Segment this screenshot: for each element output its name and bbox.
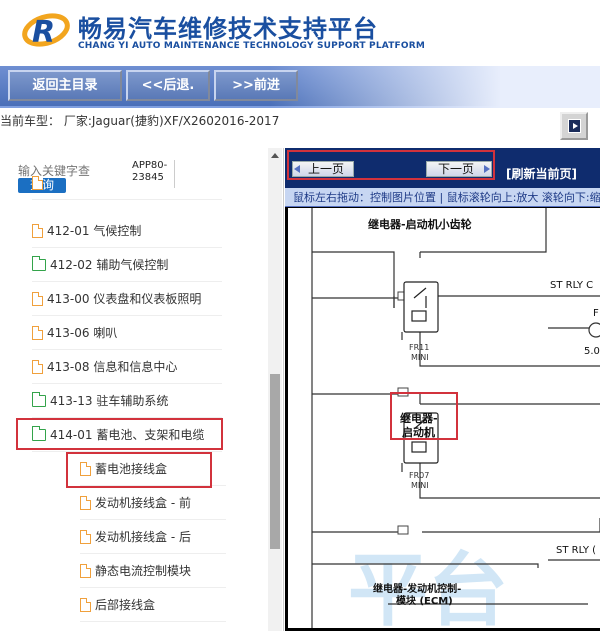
- tree-item-label: 413-06 喇叭: [47, 326, 118, 340]
- file-icon: [32, 359, 43, 374]
- pager-bar: 上一页 下一页 [刷新当前页]: [285, 148, 600, 188]
- vehicle-info-bar: 当前车型： 厂家:Jaguar(捷豹)XF/X2602016-2017: [0, 108, 600, 148]
- home-button[interactable]: 返回主目录: [8, 70, 122, 101]
- file-icon: [80, 495, 91, 510]
- relay-1-size: MINI: [411, 353, 429, 362]
- tree-item[interactable]: 413-06 喇叭: [32, 316, 222, 350]
- relay-2-title: 继电器-: [400, 411, 438, 425]
- current-vehicle: 当前车型： 厂家:Jaguar(捷豹)XF/X2602016-2017: [0, 114, 280, 128]
- app-title: 畅易汽车维修技术支持平台: [78, 15, 378, 43]
- svg-text:R: R: [32, 15, 55, 50]
- nav-bar: 返回主目录 <<后退. >>前进: [0, 66, 600, 108]
- highlight-box: [66, 452, 212, 488]
- file-icon: [80, 597, 91, 612]
- relay-3-title: 继电器-发动机控制-: [373, 582, 461, 595]
- tree-item[interactable]: 412-01 气候控制: [32, 214, 222, 248]
- relay-1-title: 继电器-启动机小齿轮: [368, 217, 472, 231]
- expand-icon: [568, 119, 581, 133]
- diagram-viewer: 上一页 下一页 [刷新当前页] 鼠标左右拖动：控制图片位置 | 鼠标滚轮向上:放…: [285, 148, 600, 631]
- tree-item[interactable]: 413-08 信息和信息中心: [32, 350, 222, 384]
- app-subtitle: CHANG YI AUTO MAINTENANCE TECHNOLOGY SUP…: [78, 41, 426, 51]
- back-button[interactable]: <<后退.: [126, 70, 210, 101]
- file-icon: [32, 325, 43, 340]
- file-icon: [32, 291, 43, 306]
- tree-item-label: 413-00 仪表盘和仪表板照明: [47, 292, 202, 306]
- tree-scrollbar[interactable]: [268, 148, 282, 631]
- relay-2-title-2: 启动机: [402, 425, 435, 439]
- folder-icon: [32, 255, 46, 271]
- relay-3-title-2: 模块 (ECM): [396, 594, 453, 607]
- relay-1: [403, 281, 439, 333]
- wiring-diagram[interactable]: 平台 继电器-启动机小齿轮 FR11 MINI 继电器- 启动机 FR07 MI…: [288, 208, 600, 628]
- folder-icon: [32, 391, 46, 407]
- file-icon: [32, 175, 43, 190]
- tree-item[interactable]: 后部接线盒: [80, 588, 226, 622]
- scroll-up-icon[interactable]: [271, 153, 279, 158]
- tree-item-label: 发动机接线盒 - 前: [95, 496, 191, 510]
- logo-icon: R: [22, 13, 70, 50]
- tree-item-label: 413-13 驻车辅助系统: [50, 394, 169, 408]
- file-icon: [80, 563, 91, 578]
- scroll-thumb[interactable]: [270, 374, 280, 549]
- highlight-box: [16, 418, 223, 450]
- app-header: R 畅易汽车维修技术支持平台 CHANG YI AUTO MAINTENANCE…: [0, 0, 600, 66]
- tree-item[interactable]: 413-00 仪表盘和仪表板照明: [32, 282, 222, 316]
- left-panel: 查询 APP80- 23845 412-01 气候控制 412-02 辅助气候控…: [0, 148, 284, 631]
- st-rly-label-1: ST RLY C: [550, 280, 593, 291]
- tree-item[interactable]: 412-02 辅助气候控制: [32, 248, 222, 282]
- forward-button[interactable]: >>前进: [214, 70, 298, 101]
- tree-item-label: 412-01 气候控制: [47, 224, 142, 238]
- tree-item-label: 发动机接线盒 - 后: [95, 530, 191, 544]
- tree-item[interactable]: 静态电流控制模块: [80, 554, 226, 588]
- st-rly-label-2: ST RLY (: [556, 545, 596, 556]
- tree-item-label: 412-02 辅助气候控制: [50, 258, 169, 272]
- highlight-box: [287, 150, 495, 180]
- tree-item[interactable]: 发动机接线盒 - 后: [80, 520, 226, 554]
- usage-hint: 鼠标左右拖动：控制图片位置 | 鼠标滚轮向上:放大 滚轮向下:缩小: [285, 188, 600, 207]
- relay-1-code: FR11: [409, 343, 429, 352]
- tree-item-label: 413-08 信息和信息中心: [47, 360, 178, 374]
- relay-2-code: FR07: [409, 471, 429, 480]
- tree-item[interactable]: [32, 166, 222, 200]
- tree-item[interactable]: 发动机接线盒 - 前: [80, 486, 226, 520]
- file-icon: [80, 529, 91, 544]
- label-f: F: [593, 308, 599, 319]
- tree-item-label: 静态电流控制模块: [95, 564, 192, 578]
- refresh-page-button[interactable]: [刷新当前页]: [506, 165, 577, 182]
- tree-item[interactable]: 413-13 驻车辅助系统: [32, 384, 222, 418]
- relay-2-size: MINI: [411, 481, 429, 490]
- label-5: 5.0: [584, 346, 600, 357]
- tree-item-label: 后部接线盒: [95, 598, 156, 612]
- toggle-panel-button[interactable]: [560, 112, 588, 140]
- file-icon: [32, 223, 43, 238]
